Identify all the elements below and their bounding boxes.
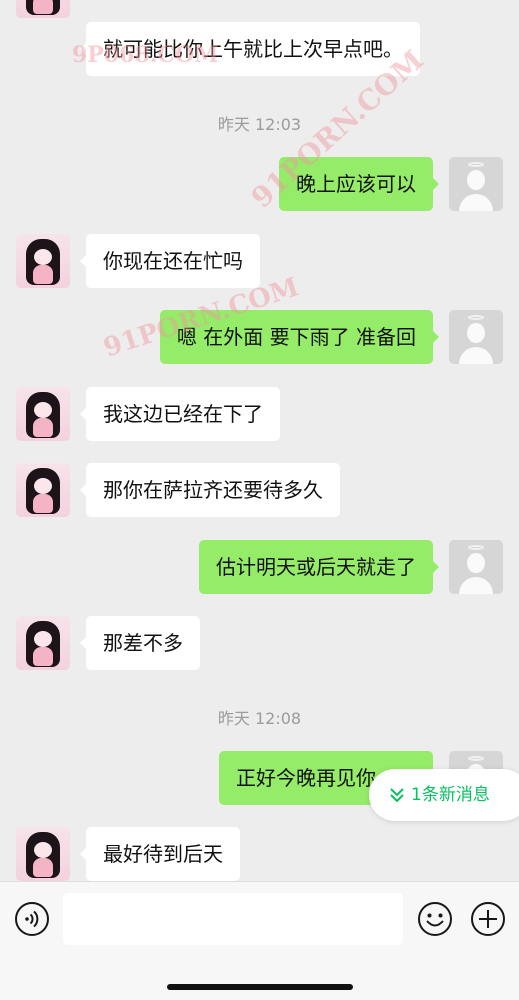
message-bubble[interactable]: 我这边已经在下了: [80, 387, 280, 441]
message-bubble[interactable]: 晚上应该可以: [279, 157, 439, 211]
contact-avatar[interactable]: [16, 0, 70, 18]
new-message-label: 1条新消息: [411, 785, 490, 805]
user-avatar[interactable]: [449, 310, 503, 364]
message-bubble[interactable]: 就可能比你上午就比上次早点吧。: [80, 22, 420, 76]
message-bubble[interactable]: 那差不多: [80, 616, 200, 670]
emoji-icon[interactable]: [417, 901, 453, 937]
home-indicator: [167, 984, 353, 990]
contact-avatar[interactable]: [16, 463, 70, 517]
double-chevron-down-icon: [389, 769, 411, 821]
message-bubble[interactable]: 最好待到后天: [80, 827, 240, 881]
plus-icon[interactable]: [470, 901, 506, 937]
message-bubble[interactable]: 那你在萨拉齐还要待多久: [80, 463, 340, 517]
timestamp: 昨天 12:03: [217, 115, 302, 134]
message-bubble[interactable]: 估计明天或后天就走了: [199, 540, 439, 594]
user-avatar[interactable]: [449, 540, 503, 594]
chat-area[interactable]: 就可能比你上午就比上次早点吧。 昨天 12:03 晚上应该可以 你现在还在忙吗 …: [0, 0, 519, 881]
message-bubble[interactable]: 嗯 在外面 要下雨了 准备回: [159, 310, 440, 364]
user-avatar[interactable]: [449, 157, 503, 211]
contact-avatar[interactable]: [16, 827, 70, 881]
new-message-button[interactable]: 1条新消息: [369, 769, 519, 821]
message-input[interactable]: [63, 893, 403, 945]
contact-avatar[interactable]: [16, 234, 70, 288]
voice-icon[interactable]: [14, 901, 50, 937]
timestamp: 昨天 12:08: [217, 709, 302, 728]
contact-avatar[interactable]: [16, 616, 70, 670]
contact-avatar[interactable]: [16, 387, 70, 441]
input-bar: [0, 881, 519, 1000]
message-bubble[interactable]: 你现在还在忙吗: [80, 234, 260, 288]
